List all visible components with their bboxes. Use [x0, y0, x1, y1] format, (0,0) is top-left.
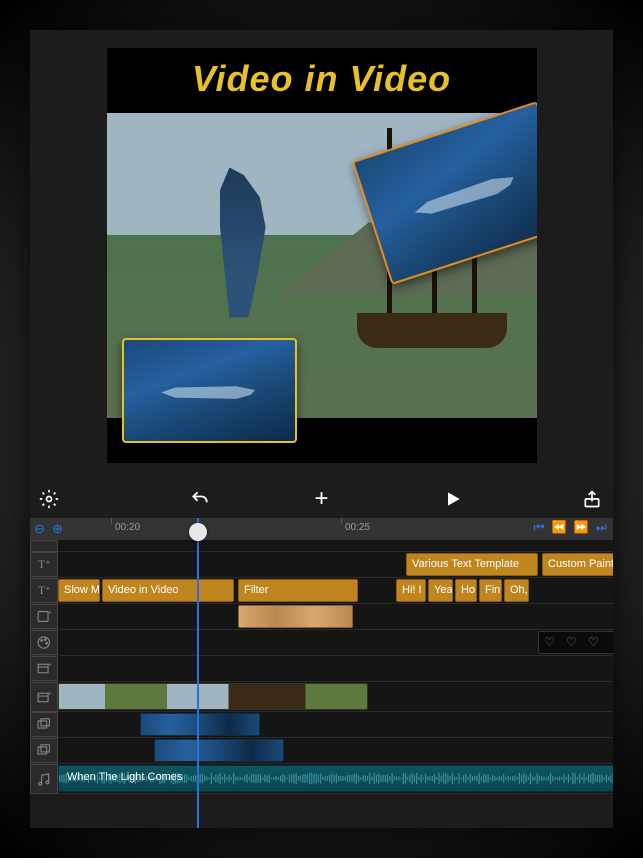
pip-track-icon[interactable]: [30, 738, 58, 763]
palette-icon: [36, 634, 53, 651]
add-button[interactable]: +: [307, 484, 337, 514]
sticker-track-icon[interactable]: +: [30, 604, 58, 629]
sticker-track[interactable]: +: [30, 604, 613, 630]
svg-text:+: +: [45, 585, 49, 593]
text-track-icon[interactable]: T+: [30, 552, 58, 577]
music-plus-icon: [36, 771, 53, 788]
zoom-in-button[interactable]: ⊕: [52, 521, 63, 537]
track-spacer: [30, 540, 613, 552]
timeline-clip[interactable]: Filter: [238, 579, 358, 602]
svg-text:+: +: [48, 690, 52, 697]
timeline-clip[interactable]: Fin: [479, 579, 502, 602]
layer-plus-icon: [36, 716, 53, 733]
main-video-track[interactable]: +: [30, 682, 613, 712]
pip-overlay-bottom[interactable]: [122, 338, 297, 443]
timeline-clip[interactable]: [154, 739, 284, 762]
pip-track-2[interactable]: [30, 738, 613, 764]
timeline-clip[interactable]: [58, 683, 368, 710]
film-plus-icon: +: [36, 689, 53, 706]
text-track-2[interactable]: T+ Slow MVideo in VideoFilter Hi! IYeaHoF…: [30, 578, 613, 604]
plus-icon: +: [314, 485, 328, 513]
timeline[interactable]: T+ Various Text TemplateCustom Paint T+ …: [30, 540, 613, 828]
timeline-clip[interactable]: Hi! I: [396, 579, 426, 602]
timeline-clip[interactable]: Slow M: [58, 579, 100, 602]
timeline-clip[interactable]: [238, 605, 353, 628]
film-plus-icon: +: [36, 660, 53, 677]
layer-plus-icon: [36, 742, 53, 759]
gear-icon: [39, 489, 59, 509]
share-button[interactable]: [577, 484, 607, 514]
svg-text:+: +: [48, 661, 52, 668]
draw-track[interactable]: ♡ ♡ ♡: [30, 630, 613, 656]
audio-track-icon[interactable]: [30, 764, 58, 794]
pip-track-icon[interactable]: [30, 712, 58, 737]
video-track-icon[interactable]: +: [30, 682, 58, 712]
preview-canvas[interactable]: Video in Video: [107, 48, 537, 463]
undo-button[interactable]: [185, 484, 215, 514]
svg-text:T: T: [38, 559, 45, 571]
svg-text:+: +: [48, 609, 52, 616]
play-button[interactable]: [438, 484, 468, 514]
control-bar: +: [30, 480, 613, 518]
text-plus-icon: T+: [36, 556, 53, 573]
text-plus-icon: T+: [36, 582, 53, 599]
ruler-tick: 00:20: [115, 522, 140, 533]
settings-button[interactable]: [34, 484, 64, 514]
video-track-icon[interactable]: +: [30, 656, 58, 681]
timeline-clip[interactable]: [140, 713, 260, 736]
pip-track-1[interactable]: [30, 712, 613, 738]
svg-text:+: +: [45, 559, 49, 567]
video-editor-app: Video in Video + ⊖ ⊕ ⏮ ⏪ ⏩ ⏭ 00:20 00:25: [30, 30, 613, 828]
timeline-clip[interactable]: Various Text Template: [406, 553, 538, 576]
timeline-clip[interactable]: ♡ ♡ ♡: [538, 631, 613, 654]
timeline-clip[interactable]: Custom Paint: [542, 553, 613, 576]
text-track-1[interactable]: T+ Various Text TemplateCustom Paint: [30, 552, 613, 578]
zoom-out-button[interactable]: ⊖: [34, 521, 45, 537]
text-track-icon[interactable]: T+: [30, 578, 58, 603]
draw-track-icon[interactable]: [30, 630, 58, 655]
overlay-title[interactable]: Video in Video: [107, 58, 537, 100]
svg-text:T: T: [38, 585, 45, 597]
timeline-ruler[interactable]: ⊖ ⊕ ⏮ ⏪ ⏩ ⏭ 00:20 00:25: [30, 518, 613, 540]
undo-icon: [190, 489, 210, 509]
playhead-knob[interactable]: [189, 523, 207, 541]
timeline-clip[interactable]: Oh,: [504, 579, 529, 602]
timeline-clip[interactable]: Yea: [428, 579, 453, 602]
timeline-clip[interactable]: Video in Video: [102, 579, 234, 602]
timeline-clip[interactable]: Ho: [455, 579, 477, 602]
audio-track[interactable]: When The Light Comes: [30, 764, 613, 794]
image-plus-icon: +: [36, 608, 53, 625]
timeline-nav-buttons[interactable]: ⏮ ⏪ ⏩ ⏭: [534, 520, 610, 535]
share-icon: [582, 489, 602, 509]
preview-area: Video in Video: [30, 30, 613, 480]
timeline-clip[interactable]: When The Light Comes: [58, 765, 613, 792]
ruler-tick: 00:25: [345, 522, 370, 533]
play-icon: [443, 489, 463, 509]
video-track-empty[interactable]: +: [30, 656, 613, 682]
